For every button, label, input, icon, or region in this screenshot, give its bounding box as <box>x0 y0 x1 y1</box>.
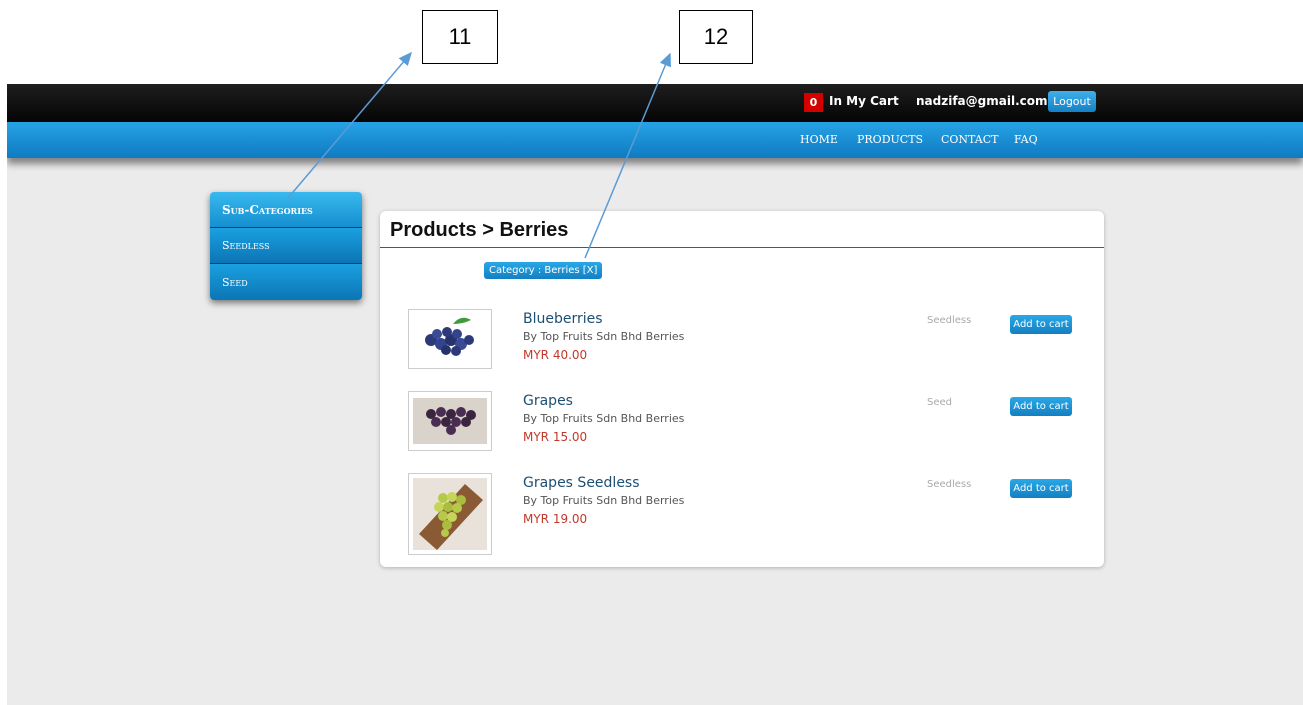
product-subcategory: Seedless <box>927 315 972 326</box>
category-filter-tag[interactable]: Category : Berries [X] <box>484 262 603 279</box>
top-bar: 0 In My Cart nadzifa@gmail.com Logout <box>7 84 1303 122</box>
app-screen: 0 In My Cart nadzifa@gmail.com Logout HO… <box>7 84 1303 705</box>
main-nav: HOME PRODUCTS CONTACT FAQ <box>7 122 1303 158</box>
product-name[interactable]: Grapes Seedless <box>523 475 640 491</box>
subcategory-header: Sub-Categories <box>210 192 362 228</box>
product-price: MYR 19.00 <box>523 512 588 526</box>
subcategory-seedless[interactable]: Seedless <box>210 228 362 264</box>
product-vendor: By Top Fruits Sdn Bhd Berries <box>523 494 685 507</box>
product-row: Blueberries By Top Fruits Sdn Bhd Berrie… <box>408 309 1072 371</box>
product-vendor: By Top Fruits Sdn Bhd Berries <box>523 330 685 343</box>
add-to-cart-button[interactable]: Add to cart <box>1010 397 1072 416</box>
cart-link[interactable]: In My Cart <box>829 94 899 108</box>
grapes-seedless-image <box>413 478 487 550</box>
annotation-callout-12: 12 <box>679 10 753 64</box>
product-subcategory: Seedless <box>927 479 972 490</box>
product-row: Grapes By Top Fruits Sdn Bhd Berries MYR… <box>408 391 1072 453</box>
nav-faq[interactable]: FAQ <box>1014 133 1038 146</box>
product-price: MYR 40.00 <box>523 348 588 362</box>
nav-home[interactable]: HOME <box>800 133 838 146</box>
cart-count-badge[interactable]: 0 <box>804 93 823 112</box>
annotation-callout-11: 11 <box>422 10 498 64</box>
title-divider <box>380 247 1104 248</box>
product-thumbnail-grapes[interactable] <box>408 391 492 451</box>
product-row: Grapes Seedless By Top Fruits Sdn Bhd Be… <box>408 473 1072 555</box>
page-title: Products > Berries <box>390 219 569 241</box>
grapes-image <box>413 398 487 444</box>
nav-products[interactable]: PRODUCTS <box>857 133 923 146</box>
product-subcategory: Seed <box>927 397 952 408</box>
subcategory-seed[interactable]: Seed <box>210 264 362 300</box>
product-name[interactable]: Grapes <box>523 393 573 409</box>
product-thumbnail-blueberries[interactable] <box>408 309 492 369</box>
product-name[interactable]: Blueberries <box>523 311 603 327</box>
products-panel: Products > Berries Category : Berries [X… <box>380 211 1104 567</box>
logout-button[interactable]: Logout <box>1048 91 1096 112</box>
user-email: nadzifa@gmail.com <box>916 94 1048 108</box>
product-price: MYR 15.00 <box>523 430 588 444</box>
add-to-cart-button[interactable]: Add to cart <box>1010 479 1072 498</box>
product-vendor: By Top Fruits Sdn Bhd Berries <box>523 412 685 425</box>
add-to-cart-button[interactable]: Add to cart <box>1010 315 1072 334</box>
product-thumbnail-grapes-seedless[interactable] <box>408 473 492 555</box>
nav-contact[interactable]: CONTACT <box>941 133 999 146</box>
subcategory-menu: Sub-Categories Seedless Seed <box>210 192 362 300</box>
blueberries-image <box>425 317 474 356</box>
